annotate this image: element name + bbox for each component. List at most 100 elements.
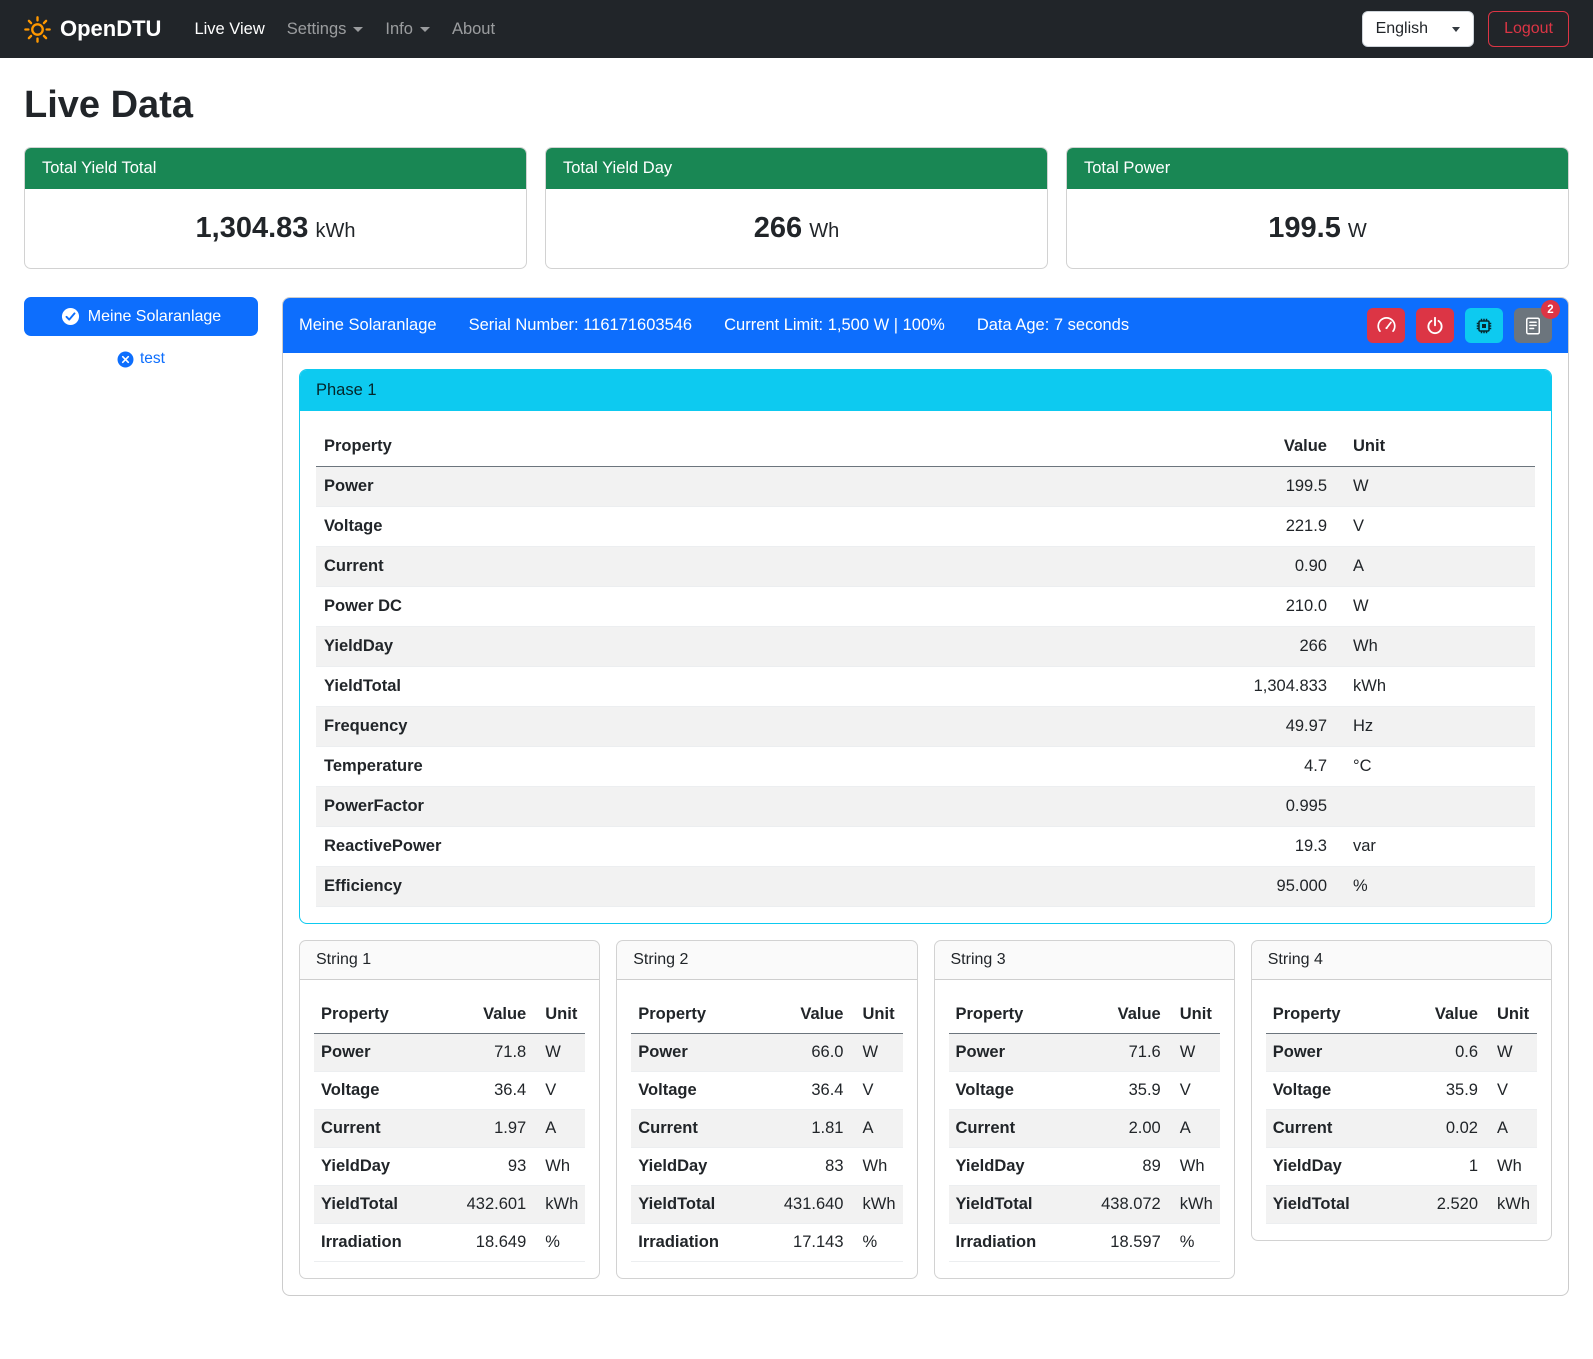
inverter-sidebar: Meine Solaranlage test	[24, 297, 258, 369]
column-header-value: Value	[1072, 996, 1168, 1034]
property-name: Power DC	[316, 587, 926, 627]
device-info-button[interactable]	[1465, 308, 1503, 343]
string-table: Property Value Unit Power0.6WVoltage35.9…	[1266, 996, 1537, 1224]
property-value: 199.5	[926, 467, 1335, 507]
property-unit: %	[1335, 867, 1535, 907]
table-row: YieldTotal2.520kWh	[1266, 1186, 1537, 1224]
table-row: Power71.6W	[949, 1034, 1220, 1072]
column-header-property: Property	[631, 996, 754, 1034]
table-row: Voltage36.4V	[314, 1072, 585, 1110]
property-name: Voltage	[1266, 1072, 1401, 1110]
property-name: Power	[1266, 1034, 1401, 1072]
column-header-value: Value	[1400, 996, 1485, 1034]
table-row: Power199.5W	[316, 467, 1535, 507]
property-unit	[1335, 787, 1535, 827]
column-header-value: Value	[755, 996, 851, 1034]
property-name: YieldTotal	[316, 667, 926, 707]
property-value: 66.0	[755, 1034, 851, 1072]
property-unit: W	[851, 1034, 903, 1072]
property-value: 0.6	[1400, 1034, 1485, 1072]
property-name: Voltage	[314, 1072, 437, 1110]
property-name: YieldDay	[316, 627, 926, 667]
phase-table-body: Power199.5WVoltage221.9VCurrent0.90APowe…	[316, 467, 1535, 907]
property-name: YieldDay	[631, 1148, 754, 1186]
property-value: 49.97	[926, 707, 1335, 747]
property-unit: Hz	[1335, 707, 1535, 747]
property-name: Irradiation	[314, 1224, 437, 1262]
language-value: English	[1376, 20, 1428, 38]
property-unit: A	[1485, 1110, 1537, 1148]
property-value: 266	[926, 627, 1335, 667]
limit-settings-button[interactable]	[1367, 308, 1405, 343]
phase-card-title: Phase 1	[300, 370, 1551, 411]
property-unit: V	[1485, 1072, 1537, 1110]
table-row: Power DC210.0W	[316, 587, 1535, 627]
string-card: String 4 Property Value Unit Power0.6WVo…	[1251, 940, 1552, 1241]
property-unit: W	[533, 1034, 585, 1072]
nav-info-dropdown[interactable]: Info	[374, 11, 441, 48]
property-name: Irradiation	[631, 1224, 754, 1262]
property-value: 95.000	[926, 867, 1335, 907]
property-name: Current	[314, 1110, 437, 1148]
property-name: Current	[316, 547, 926, 587]
table-row: Power0.6W	[1266, 1034, 1537, 1072]
event-log-button[interactable]: 2	[1514, 308, 1552, 343]
property-unit: kWh	[1485, 1186, 1537, 1224]
inverter-serial: Serial Number: 116171603546	[469, 316, 693, 335]
inverter-name: Meine Solaranlage	[299, 316, 437, 335]
brand-name: OpenDTU	[60, 16, 161, 42]
table-row: YieldDay83Wh	[631, 1148, 902, 1186]
property-value: 221.9	[926, 507, 1335, 547]
string-table-header-row: Property Value Unit	[1266, 996, 1537, 1034]
check-circle-icon	[61, 307, 80, 326]
property-value: 71.6	[1072, 1034, 1168, 1072]
column-header-unit: Unit	[1168, 996, 1220, 1034]
total-yield-total-card: Total Yield Total 1,304.83kWh	[24, 147, 527, 269]
string-card-title: String 1	[300, 941, 599, 980]
string-table-header-row: Property Value Unit	[949, 996, 1220, 1034]
inverter-current-limit: Current Limit: 1,500 W | 100%	[724, 316, 945, 335]
string-table: Property Value Unit Power71.8WVoltage36.…	[314, 996, 585, 1262]
journal-list-icon	[1523, 316, 1543, 336]
property-unit: V	[533, 1072, 585, 1110]
property-unit: V	[1335, 507, 1535, 547]
card-value: 199.5	[1268, 212, 1341, 244]
table-row: YieldDay89Wh	[949, 1148, 1220, 1186]
nav-settings-dropdown[interactable]: Settings	[276, 11, 375, 48]
property-value: 93	[437, 1148, 533, 1186]
table-row: Irradiation18.597%	[949, 1224, 1220, 1262]
nav-about[interactable]: About	[441, 11, 506, 48]
property-name: ReactivePower	[316, 827, 926, 867]
table-row: YieldTotal431.640kWh	[631, 1186, 902, 1224]
power-settings-button[interactable]	[1416, 308, 1454, 343]
property-unit: %	[533, 1224, 585, 1262]
inverter-select-button[interactable]: Meine Solaranlage	[24, 297, 258, 336]
property-value: 89	[1072, 1148, 1168, 1186]
total-yield-day-card: Total Yield Day 266Wh	[545, 147, 1048, 269]
column-header-property: Property	[316, 427, 926, 467]
sidebar-item-test-label: test	[140, 350, 165, 368]
string-table-header-row: Property Value Unit	[631, 996, 902, 1034]
string-table-body: Power0.6WVoltage35.9VCurrent0.02AYieldDa…	[1266, 1034, 1537, 1224]
chevron-down-icon	[1452, 27, 1460, 32]
column-header-value: Value	[926, 427, 1335, 467]
brand[interactable]: OpenDTU	[24, 16, 161, 43]
logout-button[interactable]: Logout	[1488, 11, 1569, 47]
table-row: Voltage35.9V	[1266, 1072, 1537, 1110]
sidebar-item-test[interactable]: test	[111, 349, 171, 369]
table-row: Voltage35.9V	[949, 1072, 1220, 1110]
table-row: PowerFactor0.995	[316, 787, 1535, 827]
property-value: 0.02	[1400, 1110, 1485, 1148]
string-card: String 2 Property Value Unit Power66.0WV…	[616, 940, 917, 1279]
language-select[interactable]: English	[1362, 11, 1474, 47]
navbar-right: English Logout	[1362, 11, 1569, 47]
property-value: 71.8	[437, 1034, 533, 1072]
property-name: YieldTotal	[631, 1186, 754, 1224]
property-value: 2.00	[1072, 1110, 1168, 1148]
nav-live-view[interactable]: Live View	[183, 11, 275, 48]
property-unit: Wh	[1485, 1148, 1537, 1186]
property-name: YieldDay	[1266, 1148, 1401, 1186]
property-name: Frequency	[316, 707, 926, 747]
property-value: 1.97	[437, 1110, 533, 1148]
table-row: ReactivePower19.3var	[316, 827, 1535, 867]
